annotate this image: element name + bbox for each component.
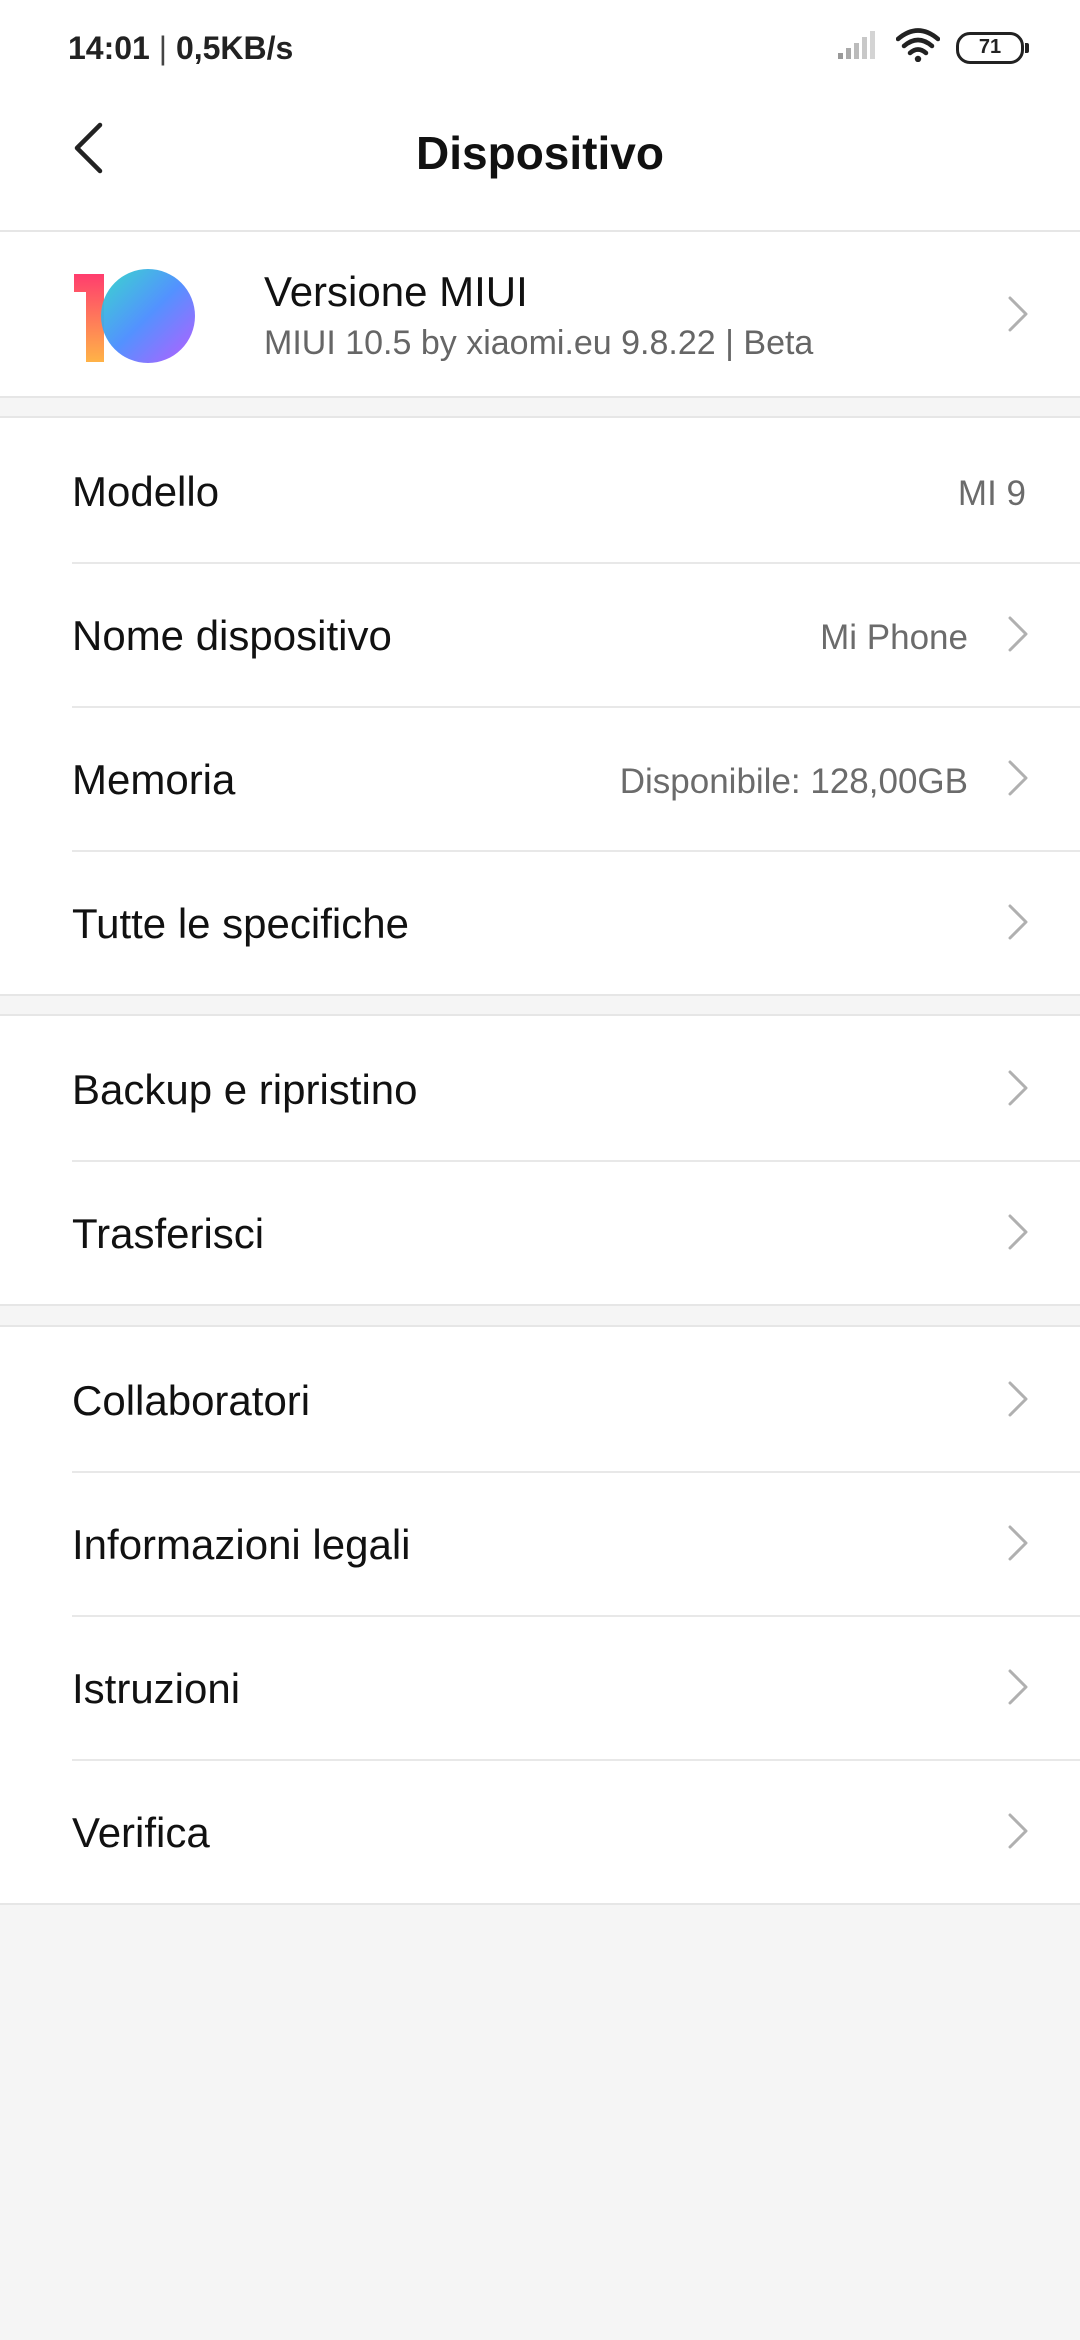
list-item-label: Memoria [72, 756, 236, 803]
list-item-label: Nome dispositivo [72, 612, 392, 659]
list-item-verifica[interactable]: Verifica [0, 1759, 1080, 1903]
list-item-label: Backup e ripristino [72, 1066, 418, 1113]
device-info-group: Modello MI 9 Nome dispositivo Mi Phone M… [0, 416, 1080, 996]
list-item-label: Istruzioni [72, 1665, 241, 1712]
list-item-modello[interactable]: Modello MI 9 [0, 418, 1080, 562]
info-group: Collaboratori Informazioni legali Istruz… [0, 1325, 1080, 1905]
list-item-label: Trasferisci [72, 1210, 265, 1257]
miui-10-logo [74, 269, 195, 363]
list-item-value: MI 9 [957, 474, 1026, 513]
list-item-label: Tutte le specifiche [72, 900, 409, 947]
chevron-right-icon [1006, 1811, 1030, 1851]
chevron-right-icon [1006, 1667, 1030, 1707]
list-item-label: Collaboratori [72, 1377, 311, 1424]
chevron-right-icon [1006, 1379, 1030, 1419]
battery-level: 71 [978, 36, 1002, 58]
list-item-trasferisci[interactable]: Trasferisci [0, 1160, 1080, 1304]
app-header: Dispositivo [0, 96, 1080, 230]
status-left: 14:01 | 0,5KB/s [68, 30, 293, 67]
miui-version-row[interactable]: Versione MIUI MIUI 10.5 by xiaomi.eu 9.8… [0, 232, 1080, 398]
miui-version-subtitle: MIUI 10.5 by xiaomi.eu 9.8.22 | Beta [264, 324, 814, 362]
wifi-icon [895, 28, 941, 67]
list-item-backup-e-ripristino[interactable]: Backup e ripristino [0, 1016, 1080, 1160]
miui-version-title: Versione MIUI [264, 268, 528, 315]
battery-icon: 71 [956, 31, 1029, 64]
list-item-informazioni-legali[interactable]: Informazioni legali [0, 1471, 1080, 1615]
status-bar: 14:01 | 0,5KB/s 71 [0, 0, 1080, 96]
backup-group: Backup e ripristino Trasferisci [0, 1014, 1080, 1306]
chevron-right-icon [1006, 614, 1030, 654]
list-item-collaboratori[interactable]: Collaboratori [0, 1327, 1080, 1471]
chevron-right-icon [1006, 902, 1030, 942]
status-time: 14:01 [68, 30, 150, 66]
chevron-right-icon [1006, 1523, 1030, 1563]
list-item-label: Modello [72, 468, 220, 515]
page-title: Dispositivo [416, 127, 664, 179]
status-net-speed: 0,5KB/s [175, 30, 294, 66]
list-item-tutte-le-specifiche[interactable]: Tutte le specifiche [0, 850, 1080, 994]
list-item-label: Informazioni legali [72, 1521, 411, 1568]
chevron-right-icon [1006, 758, 1030, 798]
status-separator: | [158, 30, 168, 66]
chevron-right-icon [1006, 1212, 1030, 1252]
list-item-label: Verifica [72, 1809, 210, 1856]
list-item-nome-dispositivo[interactable]: Nome dispositivo Mi Phone [0, 562, 1080, 706]
chevron-right-icon [1006, 1068, 1030, 1108]
status-icons: 71 [838, 28, 1029, 67]
list-item-value: Mi Phone [820, 618, 968, 657]
list-item-memoria[interactable]: Memoria Disponibile: 128,00GB [0, 706, 1080, 850]
list-item-istruzioni[interactable]: Istruzioni [0, 1615, 1080, 1759]
top-bar: 14:01 | 0,5KB/s 71 Dispositivo [0, 0, 1080, 232]
signal-icon [838, 31, 880, 64]
chevron-right-icon [1006, 294, 1030, 334]
list-item-value: Disponibile: 128,00GB [619, 762, 968, 801]
